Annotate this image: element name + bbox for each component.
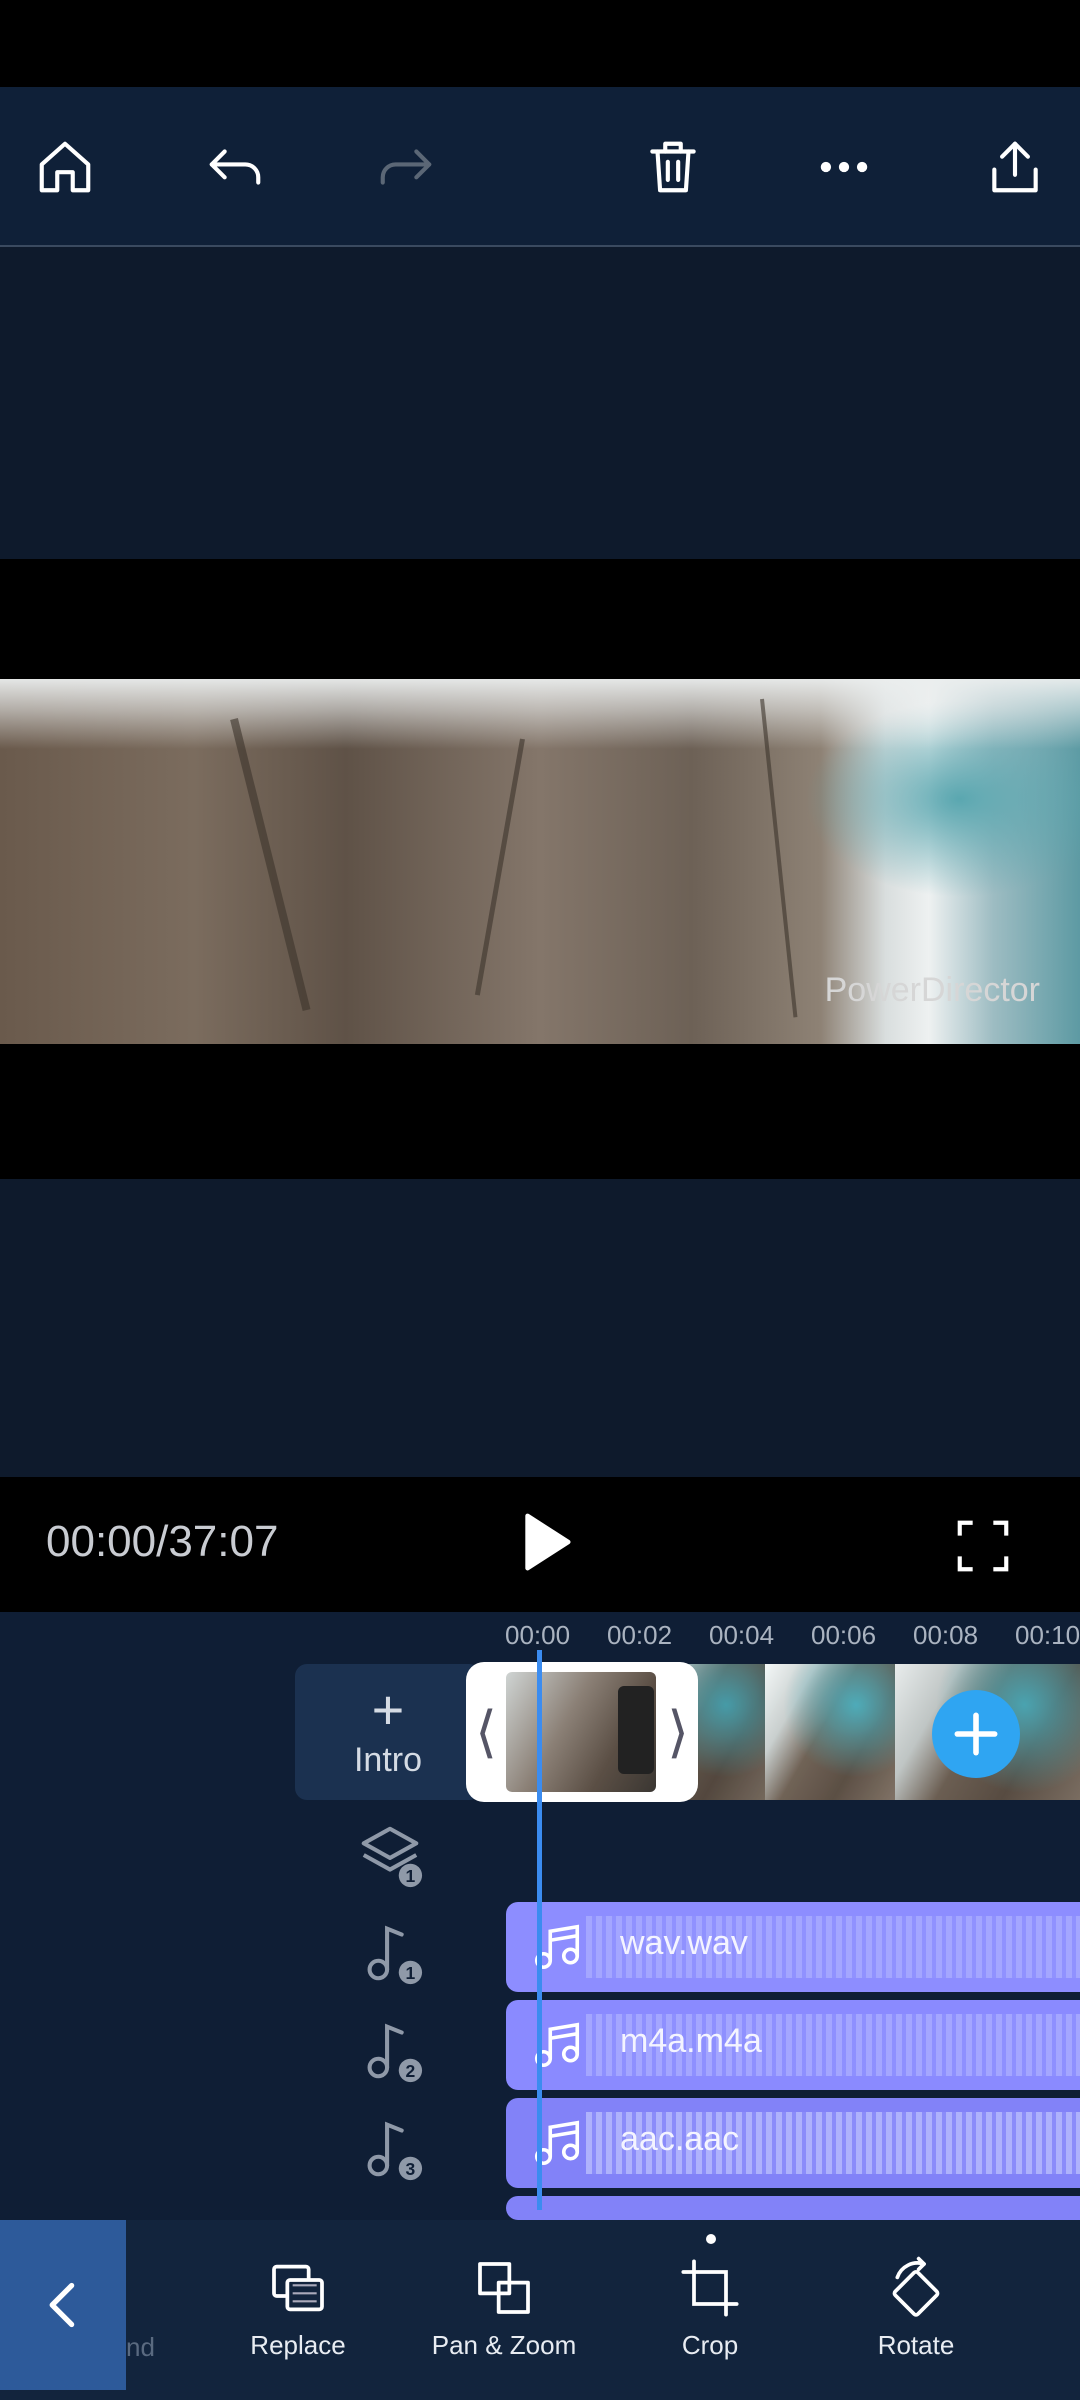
export-button[interactable] (950, 87, 1080, 247)
redo-button[interactable] (341, 87, 471, 247)
audio-clip[interactable] (506, 2196, 1080, 2220)
music-note-icon[interactable]: 3 (355, 2113, 425, 2183)
crop-icon (681, 2259, 739, 2317)
rotate-icon (892, 2256, 940, 2317)
watermark: PowerDirector (824, 971, 1040, 1009)
track-index: 1 (406, 1963, 416, 1983)
audio-clip-name: m4a.m4a (620, 2022, 762, 2060)
audio-clip-name: wav.wav (620, 1924, 748, 1962)
clip-thumbnail (765, 1664, 895, 1800)
plus-icon (954, 1712, 998, 1756)
ruler-label: 00:00 (505, 1620, 571, 1650)
crop-button[interactable]: Crop (630, 2256, 790, 2361)
ruler-label: 00:08 (913, 1620, 979, 1650)
selected-clip-thumbnail (506, 1672, 656, 1792)
audio-clip[interactable]: m4a.m4a (506, 2000, 1080, 2090)
music-note-icon[interactable]: 1 (355, 1917, 425, 1987)
layers-icon[interactable]: 1 (355, 1820, 425, 1890)
music-note-icon[interactable]: 2 (355, 2015, 425, 2085)
replace-icon (272, 2264, 324, 2312)
track-index: 3 (406, 2159, 416, 2179)
add-media-button[interactable] (932, 1690, 1020, 1778)
more-button[interactable] (779, 87, 909, 247)
home-icon (39, 141, 91, 193)
add-intro-button[interactable]: + Intro (295, 1664, 481, 1800)
top-toolbar (0, 87, 1080, 247)
truncated-tool-label: nd (126, 2332, 155, 2362)
playhead[interactable] (537, 1650, 542, 2210)
crop-label: Crop (681, 2330, 739, 2360)
audio-clip[interactable]: aac.aac (506, 2098, 1080, 2188)
delete-button[interactable] (608, 87, 738, 247)
redo-icon (380, 149, 432, 185)
ruler-label: 00:10 (1015, 1620, 1080, 1650)
playback-bar: 00:00/37:07 (0, 1477, 1080, 1612)
audio-clip[interactable]: wav.wav (506, 1902, 1080, 1992)
undo-button[interactable] (170, 87, 300, 247)
ruler-label: 00:06 (811, 1620, 877, 1650)
fullscreen-icon[interactable] (952, 1515, 1014, 1577)
rotate-label: Rotate (877, 2330, 955, 2360)
ruler-label: 00:04 (709, 1620, 775, 1650)
trash-icon (650, 141, 696, 193)
ruler-label: 00:02 (607, 1620, 673, 1650)
pan-zoom-button[interactable]: Pan & Zoom (424, 2256, 584, 2361)
layer-index: 1 (406, 1866, 416, 1886)
more-horizontal-icon (820, 161, 868, 173)
status-bar (0, 0, 1080, 87)
replace-label: Replace (250, 2330, 346, 2360)
pan-zoom-label: Pan & Zoom (431, 2330, 577, 2360)
intro-label: Intro (353, 1740, 423, 1779)
plus-icon: + (371, 1677, 405, 1741)
chevron-left-icon (49, 2282, 75, 2328)
replace-button[interactable]: Replace (218, 2256, 378, 2361)
track-index: 2 (406, 2061, 416, 2081)
bottom-toolbar: nd Replace Pan & Zoom Crop Rotate (0, 2220, 1080, 2400)
rotate-button[interactable]: Rotate (836, 2256, 996, 2361)
play-icon[interactable] (510, 1507, 580, 1577)
audio-clip-name: aac.aac (620, 2120, 740, 2158)
selected-indicator-dot (706, 2234, 716, 2244)
pan-zoom-icon (478, 2262, 530, 2314)
video-preview[interactable]: PowerDirector (0, 247, 1080, 1477)
timecode: 00:00/37:07 (46, 1517, 279, 1566)
selected-clip[interactable]: ⟨ ⟩ (466, 1662, 698, 1802)
trim-handle-right[interactable]: ⟩ (658, 1662, 698, 1802)
share-upload-icon (992, 141, 1038, 193)
back-button[interactable] (0, 2220, 126, 2390)
home-button[interactable] (0, 87, 130, 247)
video-frame: PowerDirector (0, 559, 1080, 1179)
undo-icon (209, 149, 261, 185)
trim-handle-left[interactable]: ⟨ (466, 1662, 506, 1802)
